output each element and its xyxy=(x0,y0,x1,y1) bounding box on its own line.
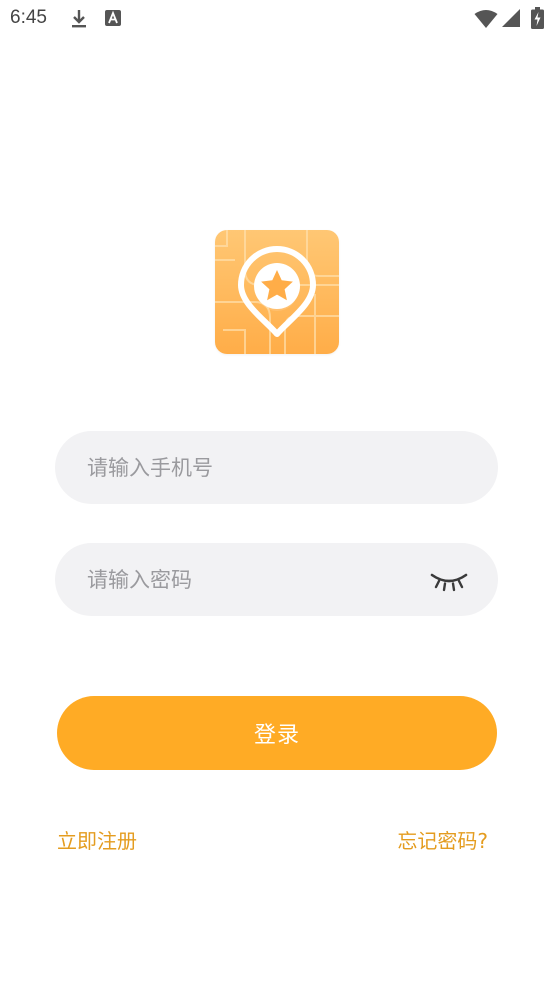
eye-closed-icon[interactable] xyxy=(430,567,468,593)
password-field[interactable] xyxy=(55,543,498,616)
map-pin-star-icon xyxy=(215,230,339,354)
register-link[interactable]: 立即注册 xyxy=(57,825,137,854)
text-a-icon xyxy=(105,10,121,26)
phone-input[interactable] xyxy=(87,431,407,504)
phone-field[interactable] xyxy=(55,431,498,504)
wifi-icon xyxy=(474,10,498,28)
signal-icon xyxy=(502,9,520,27)
download-icon xyxy=(72,10,86,28)
login-button[interactable]: 登录 xyxy=(57,696,497,770)
app-logo xyxy=(215,230,339,354)
forgot-password-link[interactable]: 忘记密码? xyxy=(397,825,488,854)
status-bar: 6:45 xyxy=(0,0,554,38)
password-input[interactable] xyxy=(87,543,407,616)
status-time: 6:45 xyxy=(10,7,47,28)
battery-charging-icon xyxy=(531,7,544,29)
